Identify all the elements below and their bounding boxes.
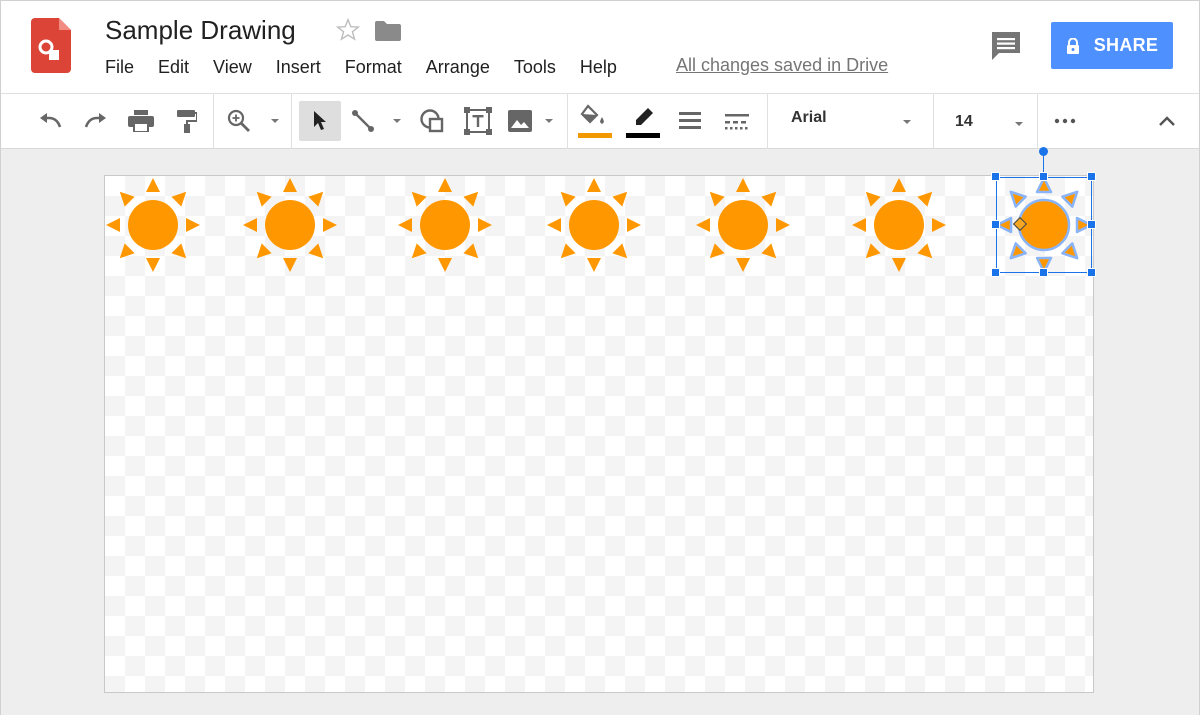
menu-tools[interactable]: Tools — [514, 57, 556, 79]
sun-shape-selected[interactable] — [996, 177, 1092, 273]
shape-tool-button[interactable] — [417, 101, 447, 141]
image-icon — [508, 110, 532, 132]
resize-handle-s[interactable] — [1039, 268, 1048, 277]
line-weight-button[interactable] — [677, 101, 703, 141]
toolbar-divider — [291, 94, 292, 149]
font-dropdown-chevron-icon[interactable] — [903, 120, 911, 124]
print-button[interactable] — [127, 101, 155, 141]
line-icon — [352, 110, 374, 132]
line-dash-button[interactable] — [723, 101, 751, 141]
more-options-button[interactable] — [1051, 101, 1079, 141]
line-color-icon — [626, 108, 660, 138]
resize-handle-ne[interactable] — [1087, 172, 1096, 181]
collapse-icon — [1159, 116, 1175, 126]
star-icon[interactable] — [335, 17, 361, 43]
sun-shape[interactable] — [105, 177, 201, 273]
redo-icon — [84, 113, 106, 128]
sun-shape[interactable] — [397, 177, 493, 273]
line-dash-icon — [725, 114, 749, 130]
menu-view[interactable]: View — [213, 57, 252, 79]
menu-help[interactable]: Help — [580, 57, 617, 79]
select-icon — [314, 111, 326, 130]
undo-button[interactable] — [37, 101, 65, 141]
text-box-button[interactable] — [463, 101, 493, 141]
print-icon — [128, 110, 154, 132]
line-weight-icon — [679, 112, 701, 129]
fill-color-icon — [578, 104, 612, 138]
font-size-select[interactable]: 14 — [955, 113, 973, 131]
select-tool-button[interactable] — [299, 101, 341, 141]
font-family-select[interactable]: Arial — [791, 109, 827, 127]
resize-handle-e[interactable] — [1087, 220, 1096, 229]
menu-insert[interactable]: Insert — [276, 57, 321, 79]
share-button[interactable]: SHARE — [1051, 22, 1173, 69]
line-color-button[interactable] — [625, 101, 661, 141]
text-box-icon — [464, 107, 492, 135]
more-icon — [1054, 118, 1076, 124]
lock-icon — [1066, 37, 1079, 54]
menu-edit[interactable]: Edit — [158, 57, 189, 79]
line-tool-button[interactable] — [351, 101, 405, 141]
app-header: Sample Drawing File Edit View Insert For… — [1, 1, 1199, 93]
zoom-icon — [227, 109, 250, 132]
redo-button[interactable] — [81, 101, 109, 141]
sun-shape[interactable] — [546, 177, 642, 273]
chevron-down-icon — [545, 119, 553, 123]
resize-handle-n[interactable] — [1039, 172, 1048, 181]
toolbar-divider — [767, 94, 768, 149]
sun-shape[interactable] — [242, 177, 338, 273]
share-label: SHARE — [1093, 35, 1159, 55]
folder-icon[interactable] — [375, 21, 401, 41]
toolbar-divider — [933, 94, 934, 149]
chevron-down-icon — [393, 119, 401, 123]
paint-format-icon — [177, 110, 197, 133]
menu-file[interactable]: File — [105, 57, 134, 79]
resize-handle-nw[interactable] — [991, 172, 1000, 181]
drawings-logo-icon[interactable] — [31, 18, 71, 73]
toolbar-divider — [567, 94, 568, 149]
toolbar-divider — [1037, 94, 1038, 149]
save-status-link[interactable]: All changes saved in Drive — [676, 55, 888, 76]
toolbar — [1, 93, 1199, 149]
document-title[interactable]: Sample Drawing — [105, 15, 296, 46]
undo-icon — [40, 113, 62, 128]
sun-shape[interactable] — [695, 177, 791, 273]
resize-handle-se[interactable] — [1087, 268, 1096, 277]
resize-handle-w[interactable] — [991, 220, 1000, 229]
font-size-chevron-icon[interactable] — [1015, 122, 1023, 126]
comments-icon[interactable] — [991, 31, 1021, 61]
paint-format-button[interactable] — [173, 101, 199, 141]
toolbar-divider — [213, 94, 214, 149]
menu-arrange[interactable]: Arrange — [426, 57, 490, 79]
menu-format[interactable]: Format — [345, 57, 402, 79]
sun-shape[interactable] — [851, 177, 947, 273]
menu-bar: File Edit View Insert Format Arrange Too… — [105, 57, 641, 79]
zoom-button[interactable] — [227, 101, 279, 141]
collapse-toolbar-button[interactable] — [1153, 101, 1181, 141]
fill-color-button[interactable] — [577, 101, 613, 141]
chevron-down-icon — [271, 119, 279, 123]
resize-handle-sw[interactable] — [991, 268, 1000, 277]
shape-icon — [420, 109, 444, 133]
rotation-handle[interactable] — [1039, 147, 1048, 156]
image-tool-button[interactable] — [507, 101, 557, 141]
